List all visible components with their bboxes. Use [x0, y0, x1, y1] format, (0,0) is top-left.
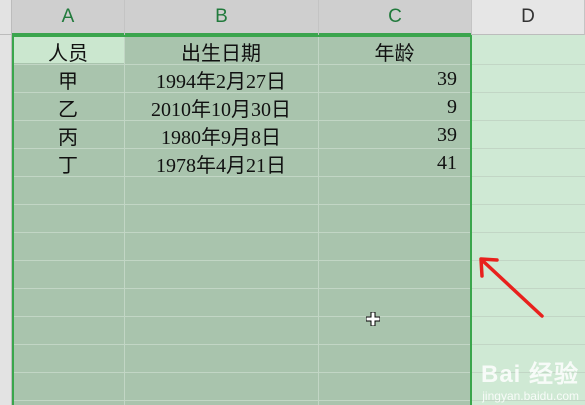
unselected-area [472, 35, 585, 405]
column-header-b[interactable]: B [125, 0, 319, 35]
column-header-a[interactable]: A [12, 0, 125, 35]
cell-grid[interactable]: 人员 出生日期 年龄 甲 1994年2月27日 39 乙 2010年10月30日… [12, 35, 585, 405]
watermark: Bai 经验 jingyan.baidu.com [481, 354, 579, 403]
row-header-strip[interactable] [0, 35, 12, 405]
red-arrow-icon [479, 257, 544, 318]
column-header-row: A B C D [0, 0, 585, 35]
column-header-d[interactable]: D [472, 0, 585, 35]
watermark-url: jingyan.baidu.com [482, 389, 579, 403]
watermark-logo: Bai 经验 [480, 361, 579, 388]
spreadsheet: A B C D 人员 出生日期 年龄 甲 1994年2月27日 39 乙 201… [0, 0, 585, 405]
cross-cursor-icon [366, 312, 380, 326]
column-header-c[interactable]: C [319, 0, 472, 35]
selection-border [12, 35, 472, 405]
select-all-corner[interactable] [0, 0, 12, 35]
